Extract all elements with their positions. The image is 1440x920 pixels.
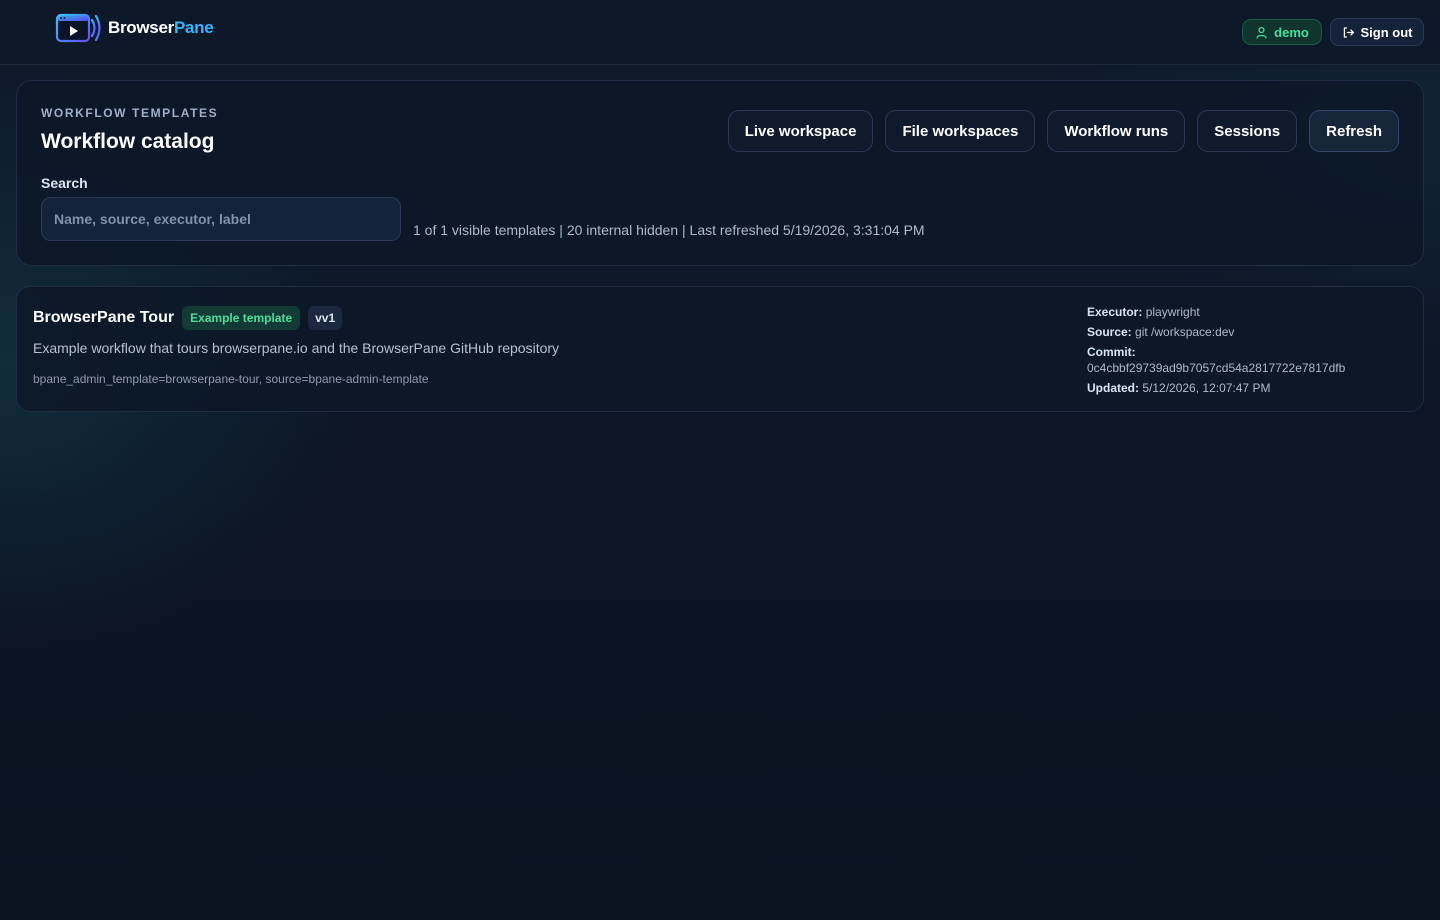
template-type-badge: Example template bbox=[182, 306, 301, 330]
template-card[interactable]: BrowserPane Tour Example template vv1 Ex… bbox=[16, 286, 1424, 412]
catalog-nav: Live workspace File workspaces Workflow … bbox=[727, 110, 1399, 152]
sessions-button[interactable]: Sessions bbox=[1197, 110, 1298, 152]
template-labels: bpane_admin_template=browserpane-tour, s… bbox=[33, 372, 429, 386]
template-meta: Executor: playwright Source: git /worksp… bbox=[1087, 304, 1407, 400]
search-label: Search bbox=[41, 175, 88, 191]
live-workspace-button[interactable]: Live workspace bbox=[727, 110, 874, 152]
refresh-button[interactable]: Refresh bbox=[1309, 110, 1399, 152]
template-version-badge: vv1 bbox=[308, 306, 343, 330]
user-icon bbox=[1256, 26, 1267, 38]
template-description: Example workflow that tours browserpane.… bbox=[33, 340, 560, 356]
meta-executor: Executor: playwright bbox=[1087, 305, 1200, 319]
meta-commit: Commit: 0c4cbbf29739ad9b7057cd54a2817722… bbox=[1087, 344, 1407, 376]
sign-out-icon bbox=[1343, 26, 1354, 38]
template-name: BrowserPane Tour bbox=[33, 309, 175, 326]
user-name: demo bbox=[1274, 24, 1309, 40]
page-title: Workflow catalog bbox=[41, 130, 215, 153]
top-bar: BrowserPane demo Sign out bbox=[0, 0, 1440, 65]
workflow-catalog-panel: WORKFLOW TEMPLATES Workflow catalog Live… bbox=[16, 80, 1424, 266]
user-badge[interactable]: demo bbox=[1242, 19, 1322, 45]
brand-logo[interactable]: BrowserPane bbox=[54, 11, 214, 45]
search-input[interactable] bbox=[41, 197, 401, 241]
meta-source: Source: git /workspace:dev bbox=[1087, 325, 1235, 339]
source-value: git /workspace:dev bbox=[1135, 325, 1235, 339]
meta-updated: Updated: 5/12/2026, 12:07:47 PM bbox=[1087, 381, 1271, 395]
catalog-status: 1 of 1 visible templates | 20 internal h… bbox=[413, 222, 925, 238]
sign-out-button[interactable]: Sign out bbox=[1330, 18, 1424, 46]
browserpane-logo-icon bbox=[55, 13, 101, 43]
file-workspaces-button[interactable]: File workspaces bbox=[885, 110, 1036, 152]
sign-out-label: Sign out bbox=[1360, 24, 1413, 40]
template-title-row: BrowserPane Tour Example template vv1 bbox=[33, 306, 343, 330]
section-eyebrow: WORKFLOW TEMPLATES bbox=[41, 106, 219, 120]
executor-value: playwright bbox=[1145, 305, 1200, 319]
brand-name: BrowserPane bbox=[108, 18, 214, 37]
workflow-runs-button[interactable]: Workflow runs bbox=[1047, 110, 1186, 152]
updated-value: 5/12/2026, 12:07:47 PM bbox=[1142, 381, 1271, 395]
commit-value: 0c4cbbf29739ad9b7057cd54a2817722e7817dfb bbox=[1087, 361, 1346, 375]
